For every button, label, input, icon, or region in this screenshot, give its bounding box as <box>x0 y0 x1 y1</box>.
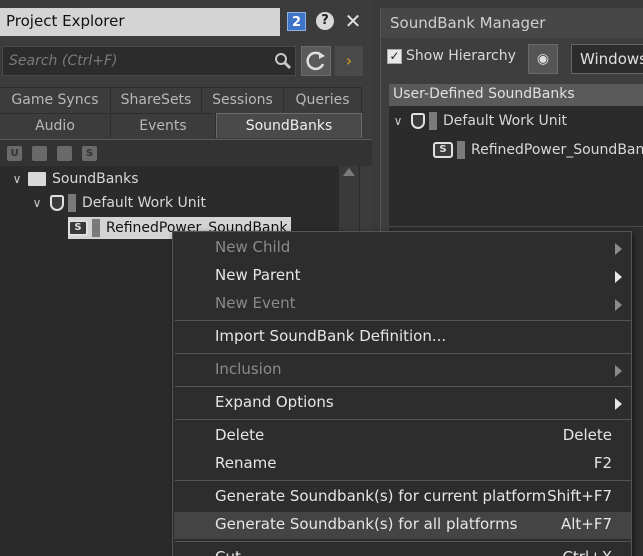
menu-separator <box>175 353 631 354</box>
tree-item-label: SoundBanks <box>52 171 139 187</box>
tree-item-label: Default Work Unit <box>443 113 568 129</box>
search-icon[interactable] <box>273 51 293 71</box>
virtual-folder-icon[interactable] <box>57 146 72 161</box>
search-input[interactable]: Search (Ctrl+F) <box>2 46 296 76</box>
tab-game-syncs[interactable]: Game Syncs <box>0 87 111 112</box>
submenu-arrow-icon <box>615 299 622 311</box>
expand-arrow-button[interactable]: › <box>335 46 363 76</box>
tab-sessions[interactable]: Sessions <box>202 87 284 112</box>
show-hierarchy-checkbox[interactable]: ✓ <box>387 48 402 64</box>
tree-toolbar: U S <box>0 139 372 166</box>
menu-separator <box>175 480 631 481</box>
refresh-icon <box>306 51 325 71</box>
menu-separator <box>175 320 631 321</box>
color-bar <box>429 112 437 130</box>
tabs-row-2: Audio Events SoundBanks <box>0 113 362 138</box>
menu-item-import-soundbank-definition[interactable]: Import SoundBank Definition... <box>174 324 631 351</box>
tab-sharesets[interactable]: ShareSets <box>111 87 202 112</box>
view-number-badge[interactable]: 2 <box>287 12 306 31</box>
tree-item-soundbank[interactable]: S RefinedPower_SoundBank <box>433 139 643 161</box>
menu-item-generate-all-platforms[interactable]: Generate Soundbank(s) for all platforms … <box>174 512 631 539</box>
menu-item-delete[interactable]: Delete Delete <box>174 423 631 450</box>
work-unit-icon[interactable]: U <box>7 146 22 161</box>
list-header: User-Defined SoundBanks <box>389 84 643 106</box>
chevron-down-icon[interactable]: ∨ <box>30 196 44 210</box>
search-placeholder: Search (Ctrl+F) <box>9 53 118 69</box>
scroll-up-icon[interactable] <box>343 168 355 176</box>
menu-separator <box>175 386 631 387</box>
menu-item-new-child[interactable]: New Child <box>174 235 631 262</box>
tree-item-work-unit[interactable]: ∨ Default Work Unit <box>391 110 567 132</box>
eye-button[interactable]: ◉ <box>528 44 558 74</box>
menu-item-rename[interactable]: Rename F2 <box>174 451 631 478</box>
project-explorer-header: Project Explorer 2 ? ✕ <box>0 8 372 36</box>
tree-item-soundbanks[interactable]: ∨ SoundBanks <box>10 168 139 190</box>
submenu-arrow-icon <box>615 271 622 283</box>
tab-soundbanks[interactable]: SoundBanks <box>216 113 362 138</box>
tab-events[interactable]: Events <box>111 113 216 138</box>
menu-separator <box>175 419 631 420</box>
menu-separator <box>175 541 631 542</box>
work-unit-icon <box>50 195 64 211</box>
menu-item-generate-current-platform[interactable]: Generate Soundbank(s) for current platfo… <box>174 484 631 511</box>
tab-queries[interactable]: Queries <box>284 87 362 112</box>
color-bar <box>92 219 100 237</box>
folder-icon <box>28 172 46 186</box>
submenu-arrow-icon <box>615 365 622 377</box>
submenu-arrow-icon <box>615 398 622 410</box>
tree-item-work-unit[interactable]: ∨ Default Work Unit <box>30 192 206 214</box>
submenu-arrow-icon <box>615 243 622 255</box>
tree-item-label: Default Work Unit <box>82 195 207 211</box>
tabs-row-1: Game Syncs ShareSets Sessions Queries <box>0 87 362 112</box>
soundbank-icon: S <box>433 142 453 158</box>
soundbank-icon: S <box>68 220 88 236</box>
color-bar <box>457 141 465 159</box>
eye-icon: ◉ <box>536 51 550 67</box>
context-menu: New Child New Parent New Event Import So… <box>172 231 632 556</box>
panel-title: SoundBank Manager <box>381 8 643 38</box>
platform-select[interactable]: Windows <box>571 44 643 74</box>
help-icon[interactable]: ? <box>316 12 334 30</box>
tab-audio[interactable]: Audio <box>0 113 111 138</box>
soundbank-icon[interactable]: S <box>82 146 97 161</box>
color-bar <box>68 194 76 212</box>
menu-item-expand-options[interactable]: Expand Options <box>174 390 631 417</box>
folder-icon[interactable] <box>32 146 47 161</box>
panel-title: Project Explorer <box>0 8 280 36</box>
refresh-button[interactable] <box>301 46 331 76</box>
show-hierarchy-label: Show Hierarchy <box>406 48 516 64</box>
chevron-down-icon[interactable]: ∨ <box>10 172 24 186</box>
menu-item-new-event[interactable]: New Event <box>174 291 631 318</box>
menu-item-inclusion[interactable]: Inclusion <box>174 357 631 384</box>
chevron-right-icon: › <box>345 51 353 70</box>
menu-item-new-parent[interactable]: New Parent <box>174 263 631 290</box>
tree-item-label: RefinedPower_SoundBank <box>471 142 643 158</box>
work-unit-icon <box>411 113 425 129</box>
menu-item-cut[interactable]: Cut Ctrl+X <box>174 545 631 556</box>
user-defined-soundbanks-list: ∨ Default Work Unit S RefinedPower_Sound… <box>389 106 643 226</box>
chevron-down-icon[interactable]: ∨ <box>391 114 405 128</box>
close-icon[interactable]: ✕ <box>343 8 363 34</box>
show-hierarchy-toggle[interactable]: ✓ Show Hierarchy <box>387 48 516 64</box>
